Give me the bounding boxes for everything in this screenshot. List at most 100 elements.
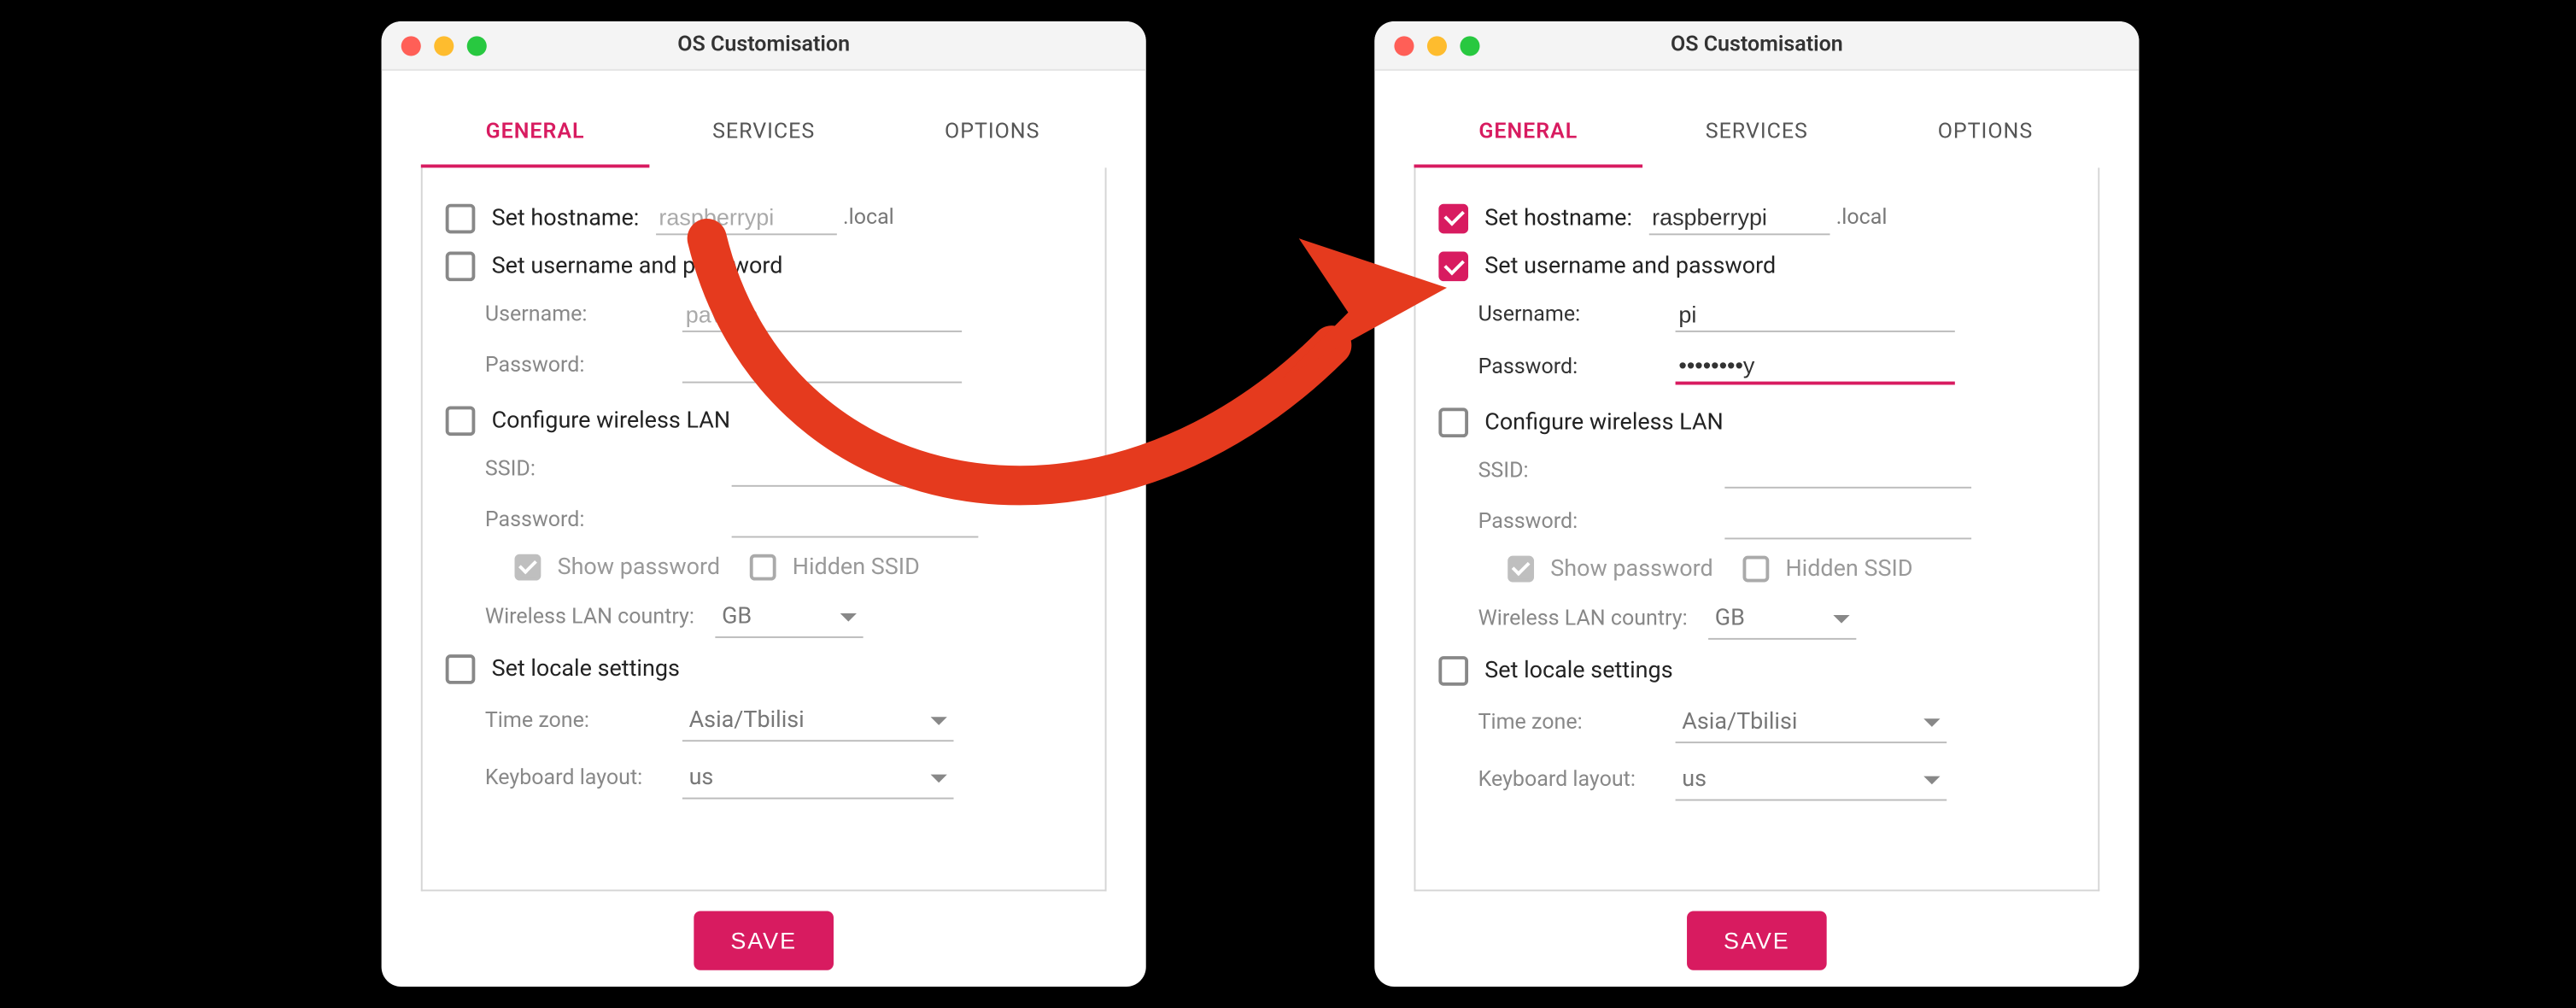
- userpass-checkbox[interactable]: [1438, 252, 1468, 282]
- wifi-country-label: Wireless LAN country:: [1478, 607, 1709, 631]
- locale-row: Set locale settings: [1438, 656, 2075, 686]
- show-password-checkbox[interactable]: [1508, 556, 1534, 583]
- chevron-down-icon: [931, 716, 947, 724]
- wifi-password-input[interactable]: [1724, 505, 1971, 539]
- tabs: GENERAL SERVICES OPTIONS: [1414, 103, 2100, 167]
- wifi-checkbox[interactable]: [446, 406, 476, 436]
- wifi-country-value: GB: [1715, 605, 1745, 631]
- timezone-label: Time zone:: [1478, 711, 1676, 735]
- timezone-row: Time zone: Asia/Tbilisi: [1478, 702, 2075, 743]
- wifi-password-label: Password:: [485, 508, 682, 533]
- password-row: Password:: [485, 349, 1082, 383]
- tabs: GENERAL SERVICES OPTIONS: [421, 103, 1107, 167]
- keyboard-label: Keyboard layout:: [485, 766, 682, 791]
- password-label: Password:: [485, 354, 682, 378]
- keyboard-row: Keyboard layout: us: [485, 758, 1082, 799]
- minimize-icon[interactable]: [1427, 35, 1447, 55]
- keyboard-select[interactable]: us: [1676, 759, 1947, 800]
- wifi-options-row: Show password Hidden SSID: [1508, 556, 2075, 583]
- wifi-country-select[interactable]: GB: [1708, 599, 1856, 640]
- titlebar: OS Customisation: [1374, 21, 2139, 71]
- window-controls: [1374, 35, 1479, 55]
- os-customisation-window-after: OS Customisation GENERAL SERVICES OPTION…: [1374, 21, 2139, 987]
- timezone-row: Time zone: Asia/Tbilisi: [485, 700, 1082, 741]
- hidden-ssid-checkbox[interactable]: [750, 554, 776, 581]
- tab-general[interactable]: GENERAL: [1414, 103, 1643, 167]
- locale-row: Set locale settings: [446, 654, 1082, 684]
- maximize-icon[interactable]: [1460, 35, 1479, 55]
- window-title: OS Customisation: [382, 33, 1146, 58]
- keyboard-label: Keyboard layout:: [1478, 768, 1676, 793]
- show-password-checkbox[interactable]: [515, 554, 542, 581]
- hidden-ssid-label: Hidden SSID: [1785, 556, 1912, 583]
- wifi-country-select[interactable]: GB: [715, 597, 863, 638]
- userpass-row: Set username and password: [1438, 252, 2075, 282]
- tab-services[interactable]: SERVICES: [649, 103, 878, 167]
- window-controls: [382, 35, 487, 55]
- wifi-checkbox[interactable]: [1438, 407, 1468, 437]
- hostname-row: Set hostname: .local: [446, 201, 1082, 235]
- ssid-label: SSID:: [485, 457, 682, 482]
- hostname-input[interactable]: [1648, 201, 1830, 235]
- timezone-select[interactable]: Asia/Tbilisi: [1676, 702, 1947, 743]
- wifi-password-row: Password:: [485, 503, 1082, 537]
- close-icon[interactable]: [1394, 35, 1414, 55]
- wifi-country-value: GB: [722, 603, 752, 630]
- maximize-icon[interactable]: [467, 35, 487, 55]
- tab-general[interactable]: GENERAL: [421, 103, 650, 167]
- locale-checkbox[interactable]: [1438, 656, 1468, 686]
- hidden-ssid-label: Hidden SSID: [793, 554, 920, 581]
- ssid-row: SSID:: [1478, 454, 2075, 488]
- username-input[interactable]: [1676, 297, 1955, 331]
- keyboard-value: us: [1682, 766, 1707, 793]
- username-row: Username:: [1478, 297, 2075, 331]
- username-input[interactable]: [682, 297, 962, 331]
- keyboard-row: Keyboard layout: us: [1478, 759, 2075, 800]
- hostname-input[interactable]: [656, 201, 837, 235]
- chevron-down-icon: [1923, 718, 1940, 726]
- username-label: Username:: [1478, 302, 1676, 327]
- locale-label: Set locale settings: [1484, 658, 1672, 684]
- userpass-label: Set username and password: [1484, 253, 1776, 279]
- keyboard-select[interactable]: us: [682, 758, 954, 799]
- ssid-input[interactable]: [732, 452, 979, 486]
- ssid-input[interactable]: [1724, 454, 1971, 488]
- save-button[interactable]: SAVE: [1688, 911, 1826, 970]
- userpass-label: Set username and password: [492, 253, 783, 279]
- timezone-value: Asia/Tbilisi: [1682, 709, 1797, 735]
- wifi-label: Configure wireless LAN: [492, 407, 730, 434]
- titlebar: OS Customisation: [382, 21, 1146, 71]
- keyboard-value: us: [689, 765, 714, 791]
- hidden-ssid-checkbox[interactable]: [1742, 556, 1769, 583]
- hostname-row: Set hostname: .local: [1438, 201, 2075, 235]
- username-label: Username:: [485, 302, 682, 327]
- chevron-down-icon: [1923, 776, 1940, 784]
- tab-options[interactable]: OPTIONS: [1871, 103, 2100, 167]
- window-title: OS Customisation: [1374, 33, 2139, 58]
- ssid-label: SSID:: [1478, 459, 1676, 483]
- password-row: Password:: [1478, 349, 2075, 384]
- password-label: Password:: [1478, 355, 1676, 379]
- password-input[interactable]: [1676, 349, 1955, 384]
- userpass-checkbox[interactable]: [446, 252, 476, 282]
- save-button[interactable]: SAVE: [694, 911, 833, 970]
- hostname-checkbox[interactable]: [446, 203, 476, 233]
- userpass-row: Set username and password: [446, 252, 1082, 282]
- wifi-password-label: Password:: [1478, 510, 1676, 535]
- show-password-label: Show password: [1550, 556, 1712, 583]
- timezone-value: Asia/Tbilisi: [689, 707, 805, 734]
- wifi-password-input[interactable]: [732, 503, 979, 537]
- timezone-label: Time zone:: [485, 709, 682, 734]
- timezone-select[interactable]: Asia/Tbilisi: [682, 700, 954, 741]
- close-icon[interactable]: [401, 35, 421, 55]
- wifi-row: Configure wireless LAN: [1438, 407, 2075, 437]
- locale-checkbox[interactable]: [446, 654, 476, 684]
- save-bar: SAVE: [1374, 911, 2139, 970]
- ssid-row: SSID:: [485, 452, 1082, 486]
- minimize-icon[interactable]: [434, 35, 454, 55]
- tab-services[interactable]: SERVICES: [1642, 103, 1871, 167]
- tab-options[interactable]: OPTIONS: [878, 103, 1107, 167]
- hostname-checkbox[interactable]: [1438, 203, 1468, 233]
- password-input[interactable]: [682, 349, 962, 383]
- hostname-suffix: .local: [1836, 206, 1888, 231]
